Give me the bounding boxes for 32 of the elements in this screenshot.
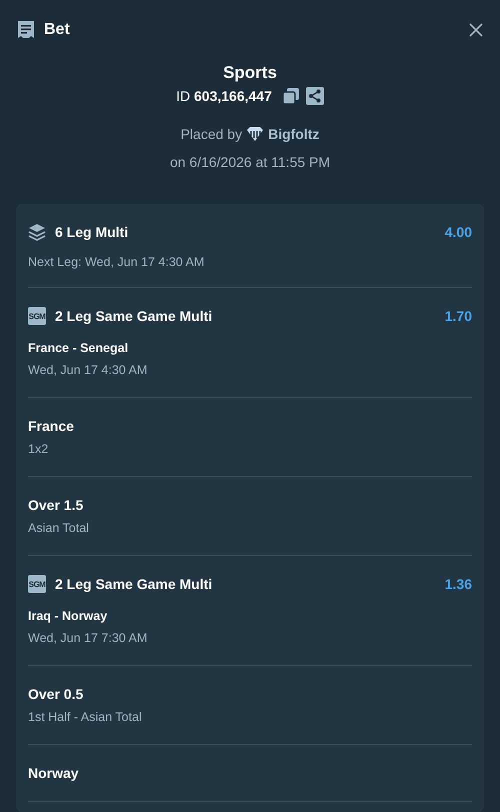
sgm-badge: SGM <box>28 575 46 593</box>
leg-title: 2 Leg Same Game Multi <box>55 308 214 324</box>
match-time: Wed, Jun 17 4:30 AM <box>28 363 148 377</box>
placed-date: on 6/16/2026 at 11:55 PM <box>170 154 330 170</box>
market-name: Asian Total <box>28 521 90 535</box>
odds-value: 1.70 <box>444 308 472 324</box>
market-name: 1st Half - Asian Total <box>28 710 143 724</box>
odds-value: 4.00 <box>444 224 472 240</box>
match-name: France - Senegal <box>28 341 130 355</box>
match-name: Iraq - Norway <box>28 609 108 623</box>
share-button[interactable] <box>306 87 324 105</box>
next-leg-time: Next Leg: Wed, Jun 17 4:30 AM <box>28 255 206 269</box>
bet-category: Sports <box>223 63 277 83</box>
bet-id: ID 603,166,447 <box>176 88 272 104</box>
match-time: Wed, Jun 17 7:30 AM <box>28 631 148 645</box>
selection-name: Over 0.5 <box>28 686 84 702</box>
layers-icon <box>28 223 46 241</box>
username: Bigfoltz <box>268 126 320 142</box>
market-name: 1x2 <box>28 442 50 456</box>
selection-name: Norway <box>28 765 80 781</box>
leg-title: 2 Leg Same Game Multi <box>55 576 214 592</box>
placed-by-label: Placed by <box>180 126 242 142</box>
selection-name: Over 1.5 <box>28 497 84 513</box>
dialog-title: Bet <box>44 21 71 39</box>
odds-value: 1.36 <box>444 576 472 592</box>
copy-button[interactable] <box>282 87 300 105</box>
avatar-icon <box>246 125 264 143</box>
sgm-badge: SGM <box>28 307 46 325</box>
leg-title: 6 Leg Multi <box>55 224 130 240</box>
close-button[interactable] <box>468 22 484 38</box>
receipt-icon <box>16 20 36 40</box>
selection-name: France <box>28 418 75 434</box>
